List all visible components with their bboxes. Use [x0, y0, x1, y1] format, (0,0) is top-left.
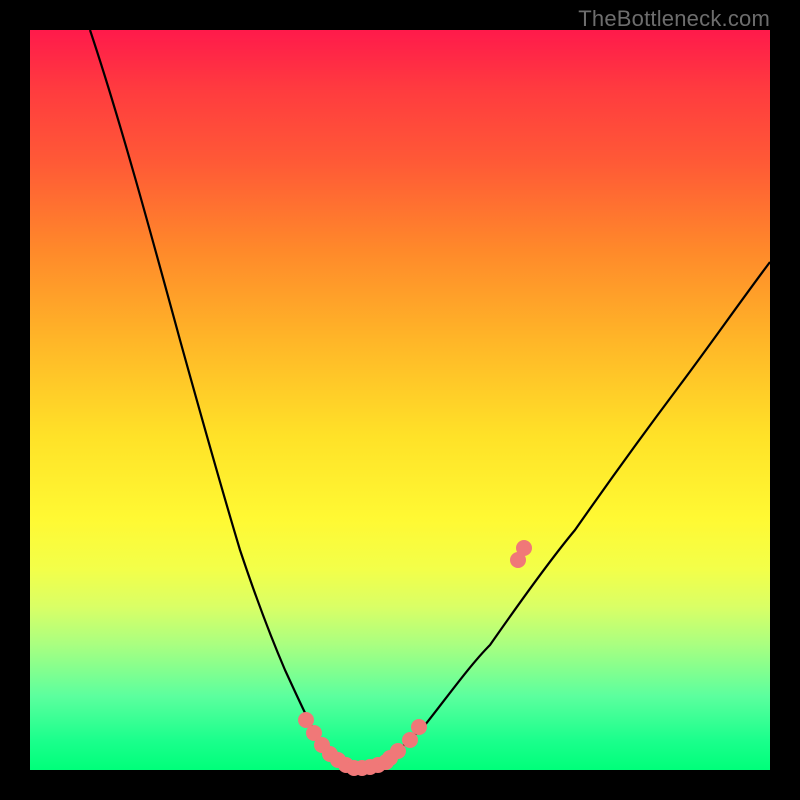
marker-pill	[274, 650, 286, 678]
marker-group-left	[217, 470, 322, 741]
chart-frame: TheBottleneck.com	[0, 0, 800, 800]
marker-dot	[402, 732, 418, 748]
bottleneck-curve-chart	[30, 30, 770, 770]
marker-dot	[516, 540, 532, 556]
marker-group-bottom	[314, 737, 394, 776]
marker-pill	[500, 570, 512, 593]
marker-pill	[480, 600, 496, 627]
marker-pill	[290, 685, 300, 708]
marker-dot	[390, 743, 406, 759]
marker-pill	[458, 633, 476, 664]
marker-group-right	[382, 540, 532, 766]
watermark-text: TheBottleneck.com	[578, 6, 770, 32]
bottleneck-curve-line	[90, 30, 770, 768]
marker-dot	[411, 719, 427, 735]
